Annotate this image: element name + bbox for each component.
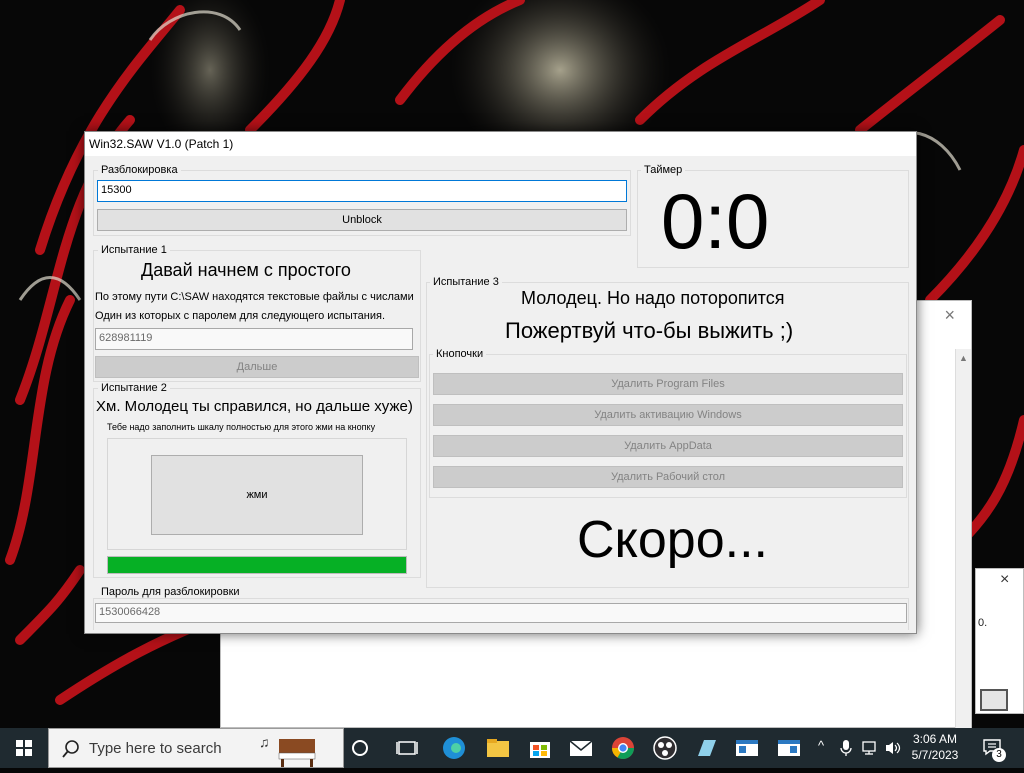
volume-icon[interactable] bbox=[884, 740, 902, 756]
clock-time: 3:06 AM bbox=[912, 732, 958, 746]
test1-input[interactable]: 628981119 bbox=[95, 328, 413, 350]
svg-text:♫: ♫ bbox=[259, 734, 270, 750]
test1-heading: Давай начнем с простого bbox=[141, 260, 351, 280]
unlock-group-label: Разблокировка bbox=[98, 164, 181, 176]
soon-label: Скоро... bbox=[577, 511, 768, 569]
notification-window: × 0. bbox=[975, 568, 1024, 714]
press-button[interactable]: жми bbox=[151, 455, 363, 535]
test2-group-label: Испытание 2 bbox=[98, 382, 170, 394]
test1-line2: Один из которых с паролем для следующего… bbox=[95, 310, 386, 322]
notification-center-icon[interactable]: 3 bbox=[982, 738, 1006, 762]
mail-icon[interactable] bbox=[567, 734, 595, 762]
test3-group-label: Испытание 3 bbox=[430, 276, 502, 288]
test2-heading: Хм. Молодец ты справился, но дальше хуже… bbox=[96, 398, 413, 415]
notification-text: 0. bbox=[978, 617, 988, 629]
clock-date: 5/7/2023 bbox=[911, 748, 959, 762]
file-explorer-icon[interactable] bbox=[484, 734, 512, 762]
search-icon bbox=[62, 740, 79, 758]
obs-icon[interactable] bbox=[651, 734, 679, 762]
app-icon[interactable] bbox=[692, 734, 720, 762]
close-icon[interactable]: × bbox=[1000, 571, 1009, 589]
scroll-up-icon[interactable]: ▲ bbox=[959, 353, 968, 363]
unlock-input[interactable]: 15300 bbox=[97, 180, 627, 202]
scrollbar[interactable]: ▲ bbox=[955, 349, 971, 729]
delete-program-files-button[interactable]: Удалить Program Files bbox=[433, 373, 903, 395]
taskbar-clock[interactable]: 3:06 AM 5/7/2023 bbox=[904, 731, 966, 763]
chrome-icon[interactable] bbox=[609, 734, 637, 762]
network-icon[interactable] bbox=[862, 740, 880, 756]
app-window: Win32.SAW V1.0 (Patch 1) Разблокировка 1… bbox=[84, 131, 917, 634]
window-app-icon[interactable] bbox=[733, 734, 761, 762]
test3-line2: Пожертвуй что-бы выжить ;) bbox=[505, 318, 794, 343]
password-output[interactable]: 1530066428 bbox=[95, 603, 907, 623]
buttons-group-label: Кнопочки bbox=[433, 348, 487, 360]
delete-appdata-button[interactable]: Удалить AppData bbox=[433, 435, 903, 457]
unblock-button[interactable]: Unblock bbox=[97, 209, 627, 231]
taskbar: Type here to search ♫ ^ 3:06 AM 5/7/2023… bbox=[0, 728, 1024, 768]
delete-windows-activation-button[interactable]: Удалить активацию Windows bbox=[433, 404, 903, 426]
piano-icon: ♫ bbox=[259, 734, 316, 767]
search-placeholder: Type here to search bbox=[89, 740, 222, 757]
window-app-icon-2[interactable] bbox=[775, 734, 803, 762]
microphone-icon[interactable] bbox=[840, 739, 852, 757]
edge-icon[interactable] bbox=[440, 734, 468, 762]
task-view-icon[interactable] bbox=[393, 734, 421, 762]
progress-bar bbox=[107, 556, 407, 574]
delete-desktop-button[interactable]: Удалить Рабочий стол bbox=[433, 466, 903, 488]
cortana-icon[interactable] bbox=[346, 734, 374, 762]
close-icon[interactable]: × bbox=[944, 305, 955, 326]
taskbar-search-box[interactable]: Type here to search ♫ bbox=[48, 728, 344, 768]
store-icon[interactable] bbox=[526, 734, 554, 762]
test1-line1: По этому пути C:\SAW находятся текстовые… bbox=[95, 291, 414, 303]
test1-group-label: Испытание 1 bbox=[98, 244, 170, 256]
test2-instruction: Тебе надо заполнить шкалу полностью для … bbox=[107, 422, 376, 432]
test3-line1: Молодец. Но надо поторопится bbox=[521, 288, 785, 308]
window-title: Win32.SAW V1.0 (Patch 1) bbox=[85, 132, 916, 156]
notification-count-badge: 3 bbox=[992, 748, 1006, 762]
password-group-label: Пароль для разблокировки bbox=[98, 586, 243, 598]
windows-start-icon[interactable] bbox=[0, 728, 48, 768]
notification-button[interactable] bbox=[980, 689, 1008, 711]
timer-display: 0:0 bbox=[661, 177, 770, 265]
timer-group-label: Таймер bbox=[641, 164, 686, 176]
next-button[interactable]: Дальше bbox=[95, 356, 419, 378]
progress-fill bbox=[108, 557, 406, 573]
chevron-up-icon[interactable]: ^ bbox=[818, 738, 824, 753]
